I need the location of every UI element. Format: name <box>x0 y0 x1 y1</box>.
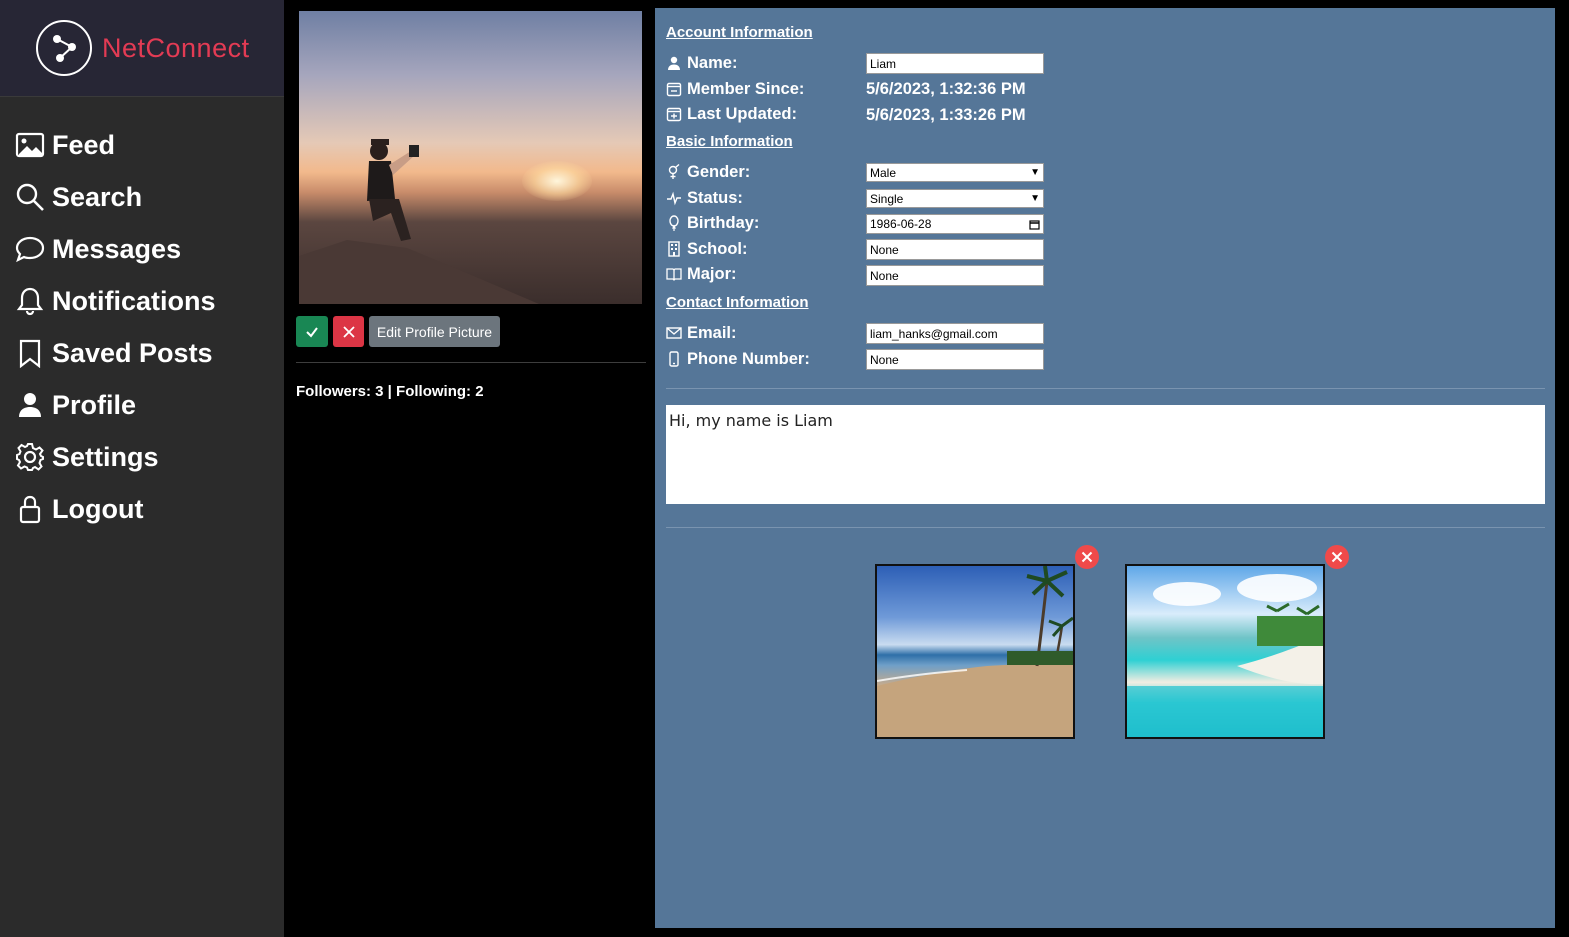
phone-icon <box>669 351 679 367</box>
person-icon <box>668 56 680 70</box>
contact-info-title: Contact Information <box>666 294 809 311</box>
email-label: Email: <box>666 322 737 344</box>
cancel-button[interactable] <box>333 316 364 347</box>
tropical-beach-image <box>1127 574 1323 737</box>
name-field[interactable]: Liam <box>866 53 1044 74</box>
calendar-minus-icon <box>666 82 682 97</box>
close-icon <box>1081 551 1093 563</box>
sidebar-nav: Feed Search Messages Notifications Saved… <box>0 97 284 535</box>
person-icon <box>19 393 41 417</box>
sidebar-item-feed[interactable]: Feed <box>0 119 284 171</box>
member-since-value: 5/6/2023, 1:32:36 PM <box>866 79 1026 98</box>
gender-label: Gender: <box>666 161 750 183</box>
sidebar-item-label: Profile <box>52 389 137 420</box>
follow-counts: Followers: 3 | Following: 2 <box>296 383 484 400</box>
gender-icon <box>668 164 680 179</box>
building-icon <box>668 241 680 257</box>
balloon-icon <box>669 215 679 231</box>
search-icon <box>16 183 44 211</box>
calendar-icon <box>1029 219 1040 230</box>
sidebar-item-search[interactable]: Search <box>0 171 284 223</box>
image-icon <box>15 132 45 158</box>
name-label: Name: <box>666 52 737 74</box>
sidebar-item-profile[interactable]: Profile <box>0 379 284 431</box>
book-icon <box>666 268 682 281</box>
confirm-button[interactable] <box>296 316 328 347</box>
sidebar-item-label: Feed <box>52 129 116 160</box>
bookmark-icon <box>19 339 41 368</box>
gender-select[interactable]: Male ▼ <box>866 163 1044 182</box>
major-label: Major: <box>666 263 737 285</box>
member-since-label: Member Since: <box>666 78 804 100</box>
activity-icon <box>667 191 681 206</box>
gallery-image[interactable] <box>875 564 1075 739</box>
beach-palm-image <box>877 566 1073 737</box>
basic-info-title: Basic Information <box>666 133 793 150</box>
remove-image-button[interactable] <box>1075 545 1099 569</box>
check-icon <box>306 326 318 338</box>
brand-header[interactable]: NetConnect <box>0 0 284 97</box>
sidebar: NetConnect Feed Search Messages Notifica… <box>0 0 284 937</box>
profile-info-panel: Account Information Name: Liam Member Si… <box>655 8 1555 928</box>
sidebar-item-label: Search <box>52 181 143 212</box>
sidebar-item-logout[interactable]: Logout <box>0 483 284 535</box>
edit-profile-picture-button[interactable]: Edit Profile Picture <box>369 316 500 347</box>
sidebar-item-label: Logout <box>52 493 144 524</box>
chevron-down-icon: ▼ <box>1030 193 1040 204</box>
close-icon <box>342 325 355 338</box>
last-updated-label: Last Updated: <box>666 103 797 125</box>
bio-textarea[interactable]: Hi, my name is Liam <box>666 405 1545 504</box>
phone-label: Phone Number: <box>666 348 810 370</box>
person-silhouette <box>367 139 419 241</box>
birthday-label: Birthday: <box>666 212 759 234</box>
school-label: School: <box>666 238 748 260</box>
divider <box>296 362 646 363</box>
divider <box>666 527 1545 528</box>
calendar-plus-icon <box>666 107 682 122</box>
lock-icon <box>19 495 41 524</box>
status-select[interactable]: Single ▼ <box>866 189 1044 208</box>
profile-picture <box>299 11 642 304</box>
gallery-image[interactable] <box>1125 564 1325 739</box>
envelope-icon <box>666 327 682 339</box>
sidebar-item-label: Settings <box>52 441 159 472</box>
remove-image-button[interactable] <box>1325 545 1349 569</box>
sidebar-item-saved-posts[interactable]: Saved Posts <box>0 327 284 379</box>
sidebar-item-label: Messages <box>52 233 182 264</box>
school-field[interactable]: None <box>866 239 1044 260</box>
bell-icon <box>16 287 44 316</box>
email-field[interactable]: liam_hanks@gmail.com <box>866 323 1044 344</box>
sidebar-item-label: Notifications <box>52 285 216 316</box>
account-info-title: Account Information <box>666 24 813 41</box>
status-label: Status: <box>666 187 743 209</box>
picture-actions: Edit Profile Picture <box>296 316 500 347</box>
divider <box>666 388 1545 389</box>
sidebar-item-settings[interactable]: Settings <box>0 431 284 483</box>
brand-name: NetConnect <box>102 32 250 63</box>
close-icon <box>1331 551 1343 563</box>
sidebar-item-label: Saved Posts <box>52 337 213 368</box>
network-logo-icon <box>36 20 92 76</box>
phone-field[interactable]: None <box>866 349 1044 370</box>
profile-column: Edit Profile Picture Followers: 3 | Foll… <box>284 0 655 937</box>
major-field[interactable]: None <box>866 265 1044 286</box>
chevron-down-icon: ▼ <box>1030 167 1040 178</box>
last-updated-value: 5/6/2023, 1:33:26 PM <box>866 105 1026 124</box>
gear-icon <box>16 443 44 471</box>
sidebar-item-notifications[interactable]: Notifications <box>0 275 284 327</box>
sidebar-item-messages[interactable]: Messages <box>0 223 284 275</box>
chat-icon <box>15 236 45 263</box>
birthday-date-input[interactable]: 1986-06-28 <box>866 214 1044 234</box>
